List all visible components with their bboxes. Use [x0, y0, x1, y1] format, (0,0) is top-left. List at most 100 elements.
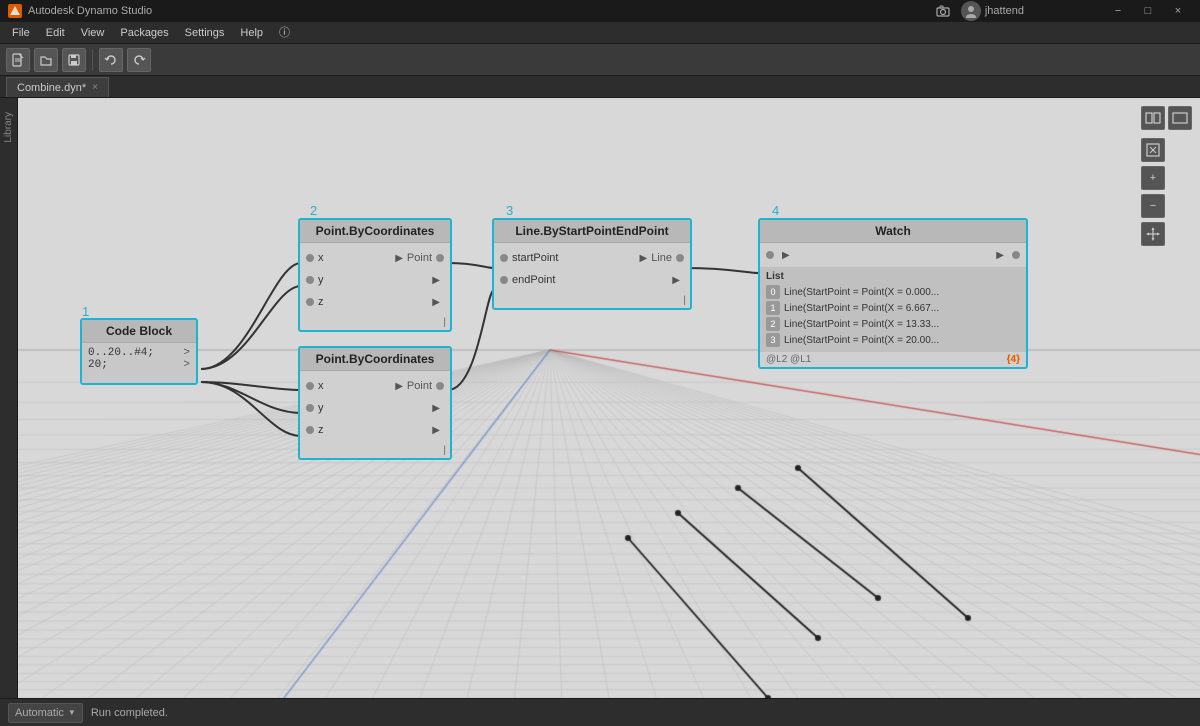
watch-list-header: List — [766, 271, 1020, 282]
pan-button[interactable] — [1141, 222, 1165, 246]
statusbar: Automatic ▼ Run completed. — [0, 698, 1200, 726]
point2-out-port[interactable] — [436, 382, 444, 390]
toolbar — [0, 44, 1200, 76]
watch-footer-left: @L2 @L1 — [766, 354, 811, 365]
watch-header: Watch — [760, 220, 1026, 243]
user-avatar — [961, 1, 981, 21]
line-out-port[interactable] — [676, 254, 684, 262]
zoom-out-button[interactable]: − — [1141, 194, 1165, 218]
app-title: Autodesk Dynamo Studio — [28, 5, 152, 17]
node-num-4: 4 — [772, 203, 779, 218]
line-by-start-end-body: startPoint ▶ Line endPoint ▶ — [494, 243, 690, 295]
tab-close[interactable]: × — [92, 82, 98, 93]
watch-idx-2: 2 — [766, 317, 780, 331]
point-by-coords-2-body: x ▶ Point y ▶ z ▶ — [300, 371, 450, 445]
viewport-grid — [18, 98, 1200, 698]
new-button[interactable] — [6, 48, 30, 72]
zoom-in-button[interactable]: + — [1141, 166, 1165, 190]
run-dropdown-caret: ▼ — [68, 708, 76, 717]
watch-text-3: Line(StartPoint = Point(X = 20.00... — [784, 335, 939, 346]
menu-info[interactable]: ⓘ — [271, 22, 298, 44]
app-icon — [8, 4, 22, 18]
code-out-2: > — [183, 359, 190, 371]
point1-footer: | — [300, 317, 450, 330]
watch-io-row: ▶ ▶ — [760, 243, 1026, 267]
line-footer: | — [494, 295, 690, 308]
point2-x-port[interactable] — [306, 382, 314, 390]
watch-count: {4} — [1007, 354, 1020, 365]
watch-node[interactable]: Watch ▶ ▶ List 0 Line(StartPoint = Point… — [758, 218, 1028, 369]
sidebar-library[interactable]: Library — [1, 106, 16, 149]
watch-list-item-3: 3 Line(StartPoint = Point(X = 20.00... — [766, 332, 1020, 348]
menu-help[interactable]: Help — [232, 22, 271, 44]
watch-list-item-1: 1 Line(StartPoint = Point(X = 6.667... — [766, 300, 1020, 316]
code-block-header: Code Block — [82, 320, 196, 343]
menu-file[interactable]: File — [4, 22, 38, 44]
view-2d-button[interactable] — [1168, 106, 1192, 130]
watch-footer: @L2 @L1 {4} — [760, 352, 1026, 367]
redo-button[interactable] — [127, 48, 151, 72]
watch-list: List 0 Line(StartPoint = Point(X = 0.000… — [760, 267, 1026, 352]
left-sidebar: Library — [0, 98, 18, 698]
code-line-2: 20; > — [88, 359, 190, 371]
view-3d-button[interactable] — [1141, 106, 1165, 130]
user-info[interactable]: jhattend — [961, 1, 1024, 21]
camera-icon[interactable] — [933, 1, 953, 21]
code-line-1: 0..20..#4; > — [88, 347, 190, 359]
tab-combine[interactable]: Combine.dyn* × — [6, 77, 109, 97]
point1-y-port[interactable] — [306, 276, 314, 284]
point2-footer: | — [300, 445, 450, 458]
line-by-start-end-node[interactable]: Line.ByStartPointEndPoint startPoint ▶ L… — [492, 218, 692, 310]
code-block-body: 0..20..#4; > 20; > — [82, 343, 196, 383]
watch-text-0: Line(StartPoint = Point(X = 0.000... — [784, 287, 939, 298]
watch-idx-1: 1 — [766, 301, 780, 315]
line-endpoint-port[interactable] — [500, 276, 508, 284]
point1-x-port[interactable] — [306, 254, 314, 262]
point2-y-row: y ▶ — [300, 397, 450, 419]
toolbar-separator-1 — [92, 50, 93, 70]
node-num-2: 2 — [310, 203, 317, 218]
code-text-1: 0..20..#4; — [88, 347, 154, 359]
point1-z-row: z ▶ — [300, 291, 450, 313]
menu-edit[interactable]: Edit — [38, 22, 73, 44]
open-button[interactable] — [34, 48, 58, 72]
run-mode-label: Automatic — [15, 707, 64, 719]
window-controls: − □ × — [1104, 0, 1192, 22]
line-startpoint-row: startPoint ▶ Line — [494, 247, 690, 269]
watch-list-item-2: 2 Line(StartPoint = Point(X = 13.33... — [766, 316, 1020, 332]
menu-packages[interactable]: Packages — [112, 22, 176, 44]
point-by-coords-1-body: x ▶ Point y ▶ z ▶ — [300, 243, 450, 317]
menu-settings[interactable]: Settings — [177, 22, 233, 44]
close-button[interactable]: × — [1164, 0, 1192, 22]
point2-y-port[interactable] — [306, 404, 314, 412]
save-button[interactable] — [62, 48, 86, 72]
point1-y-row: y ▶ — [300, 269, 450, 291]
watch-idx-0: 0 — [766, 285, 780, 299]
user-name: jhattend — [985, 5, 1024, 17]
tab-label: Combine.dyn* — [17, 82, 86, 94]
tabbar: Combine.dyn* × — [0, 76, 1200, 98]
menu-view[interactable]: View — [73, 22, 113, 44]
watch-text-1: Line(StartPoint = Point(X = 6.667... — [784, 303, 939, 314]
undo-button[interactable] — [99, 48, 123, 72]
point1-x-row: x ▶ Point — [300, 247, 450, 269]
watch-idx-3: 3 — [766, 333, 780, 347]
code-out-1: > — [183, 347, 190, 359]
code-block-node[interactable]: Code Block 0..20..#4; > 20; > — [80, 318, 198, 385]
watch-in-port[interactable] — [766, 251, 774, 259]
line-startpoint-port[interactable] — [500, 254, 508, 262]
point1-out-port[interactable] — [436, 254, 444, 262]
point-by-coords-1-node[interactable]: Point.ByCoordinates x ▶ Point y ▶ z — [298, 218, 452, 332]
point2-z-port[interactable] — [306, 426, 314, 434]
point-by-coords-1-header: Point.ByCoordinates — [300, 220, 450, 243]
titlebar: Autodesk Dynamo Studio jhattend − □ × — [0, 0, 1200, 22]
point-by-coords-2-node[interactable]: Point.ByCoordinates x ▶ Point y ▶ z — [298, 346, 452, 460]
minimize-button[interactable]: − — [1104, 0, 1132, 22]
watch-out-port[interactable] — [1012, 251, 1020, 259]
zoom-fit-button[interactable] — [1141, 138, 1165, 162]
maximize-button[interactable]: □ — [1134, 0, 1162, 22]
point1-z-port[interactable] — [306, 298, 314, 306]
run-mode-dropdown[interactable]: Automatic ▼ — [8, 703, 83, 723]
canvas[interactable]: 1 Code Block 0..20..#4; > 20; > 2 Point.… — [18, 98, 1200, 698]
point2-z-row: z ▶ — [300, 419, 450, 441]
